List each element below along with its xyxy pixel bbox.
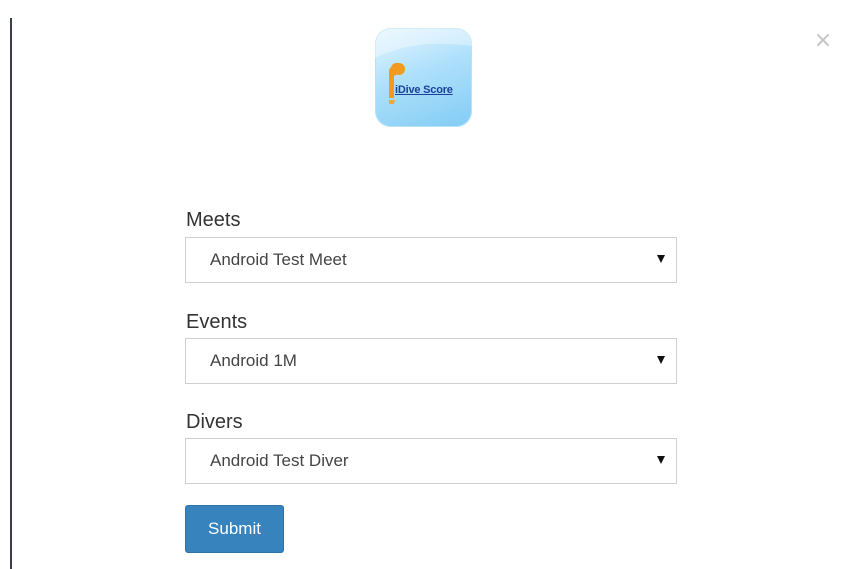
app-logo: iDive Score [375,28,472,127]
divers-label: Divers [186,411,243,433]
window-edge [10,18,12,569]
caret-down-icon [657,356,665,364]
meets-selected-value: Android Test Meet [210,250,347,269]
logo-mark-icon [375,28,472,104]
meets-select[interactable]: Android Test Meet [185,237,677,283]
submit-button[interactable]: Submit [185,505,284,553]
events-selected-value: Android 1M [210,351,297,370]
close-icon[interactable]: × [813,28,833,54]
divers-selected-value: Android Test Diver [210,451,349,470]
caret-down-icon [657,456,665,464]
logo-text: iDive Score [395,84,453,96]
caret-down-icon [657,255,665,263]
meets-label: Meets [186,209,241,231]
events-label: Events [186,311,248,333]
events-select[interactable]: Android 1M [185,338,677,384]
divers-select[interactable]: Android Test Diver [185,438,677,484]
